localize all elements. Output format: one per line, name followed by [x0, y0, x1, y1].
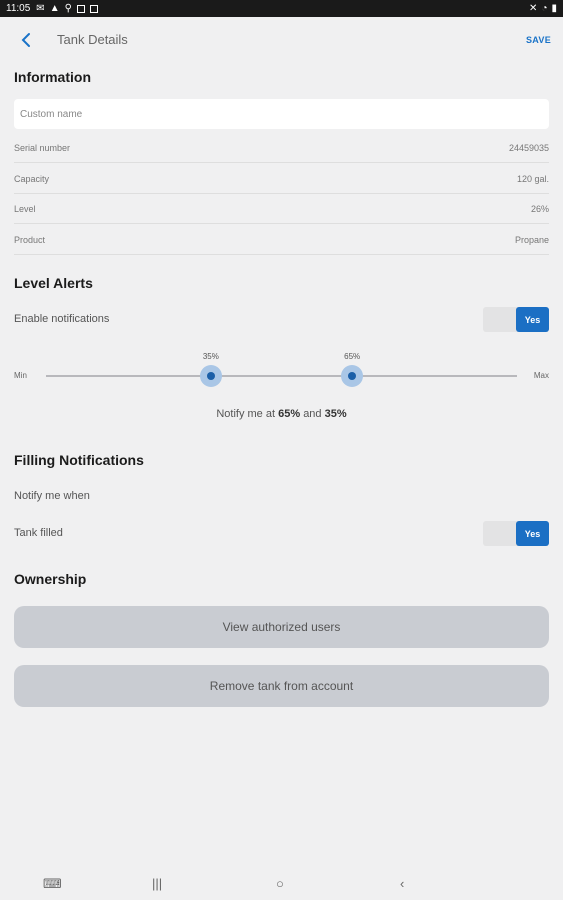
enable-notifications-label: Enable notifications — [14, 313, 110, 325]
filling-notifications-heading: Filling Notifications — [14, 452, 144, 468]
ownership-heading: Ownership — [14, 571, 87, 587]
slider-max-label: Max — [533, 371, 549, 380]
info-row-capacity: Capacity 120 gal. — [14, 164, 549, 194]
notification-icons: ✉ ▲ ⚲ — [36, 3, 98, 14]
system-icons: ✕ ◔ ▮ — [529, 3, 557, 14]
info-label: Level — [14, 203, 36, 214]
notify-summary: Notify me at 65% and 35% — [0, 408, 563, 420]
low-threshold-thumb[interactable] — [199, 365, 222, 387]
info-value: Propane — [514, 234, 549, 245]
mute-icon: ✕ — [529, 3, 538, 14]
toggle-yes: Yes — [516, 521, 549, 546]
status-time: 11:05 — [6, 3, 31, 14]
information-heading: Information — [14, 69, 91, 85]
enable-notifications-toggle[interactable]: Yes — [483, 307, 549, 332]
notify-me-when-label: Notify me when — [14, 490, 90, 502]
wifi-icon: ◔ — [541, 3, 548, 14]
system-nav-bar: ⌨ ||| ○ ‹ — [0, 868, 563, 900]
info-label: Serial number — [14, 142, 71, 153]
toggle-yes: Yes — [516, 307, 549, 332]
summary-prefix: Notify me at — [216, 408, 276, 420]
back-arrow-icon[interactable] — [18, 31, 34, 49]
battery-icon: ▮ — [551, 3, 557, 14]
info-value: 24459035 — [508, 142, 549, 153]
level-alerts-heading: Level Alerts — [14, 275, 93, 291]
view-authorized-users-button[interactable]: View authorized users — [14, 606, 549, 648]
custom-name-input[interactable] — [14, 99, 549, 129]
location-icon: ⚲ — [64, 3, 72, 14]
info-value: 120 gal. — [516, 173, 549, 184]
tank-filled-label: Tank filled — [14, 527, 63, 539]
image-icon — [76, 4, 85, 13]
page-title: Tank Details — [57, 32, 128, 47]
summary-high: 65% — [278, 408, 301, 420]
slider-track[interactable] — [46, 375, 517, 377]
remove-tank-button[interactable]: Remove tank from account — [14, 665, 549, 707]
info-label: Capacity — [14, 173, 50, 184]
tank-filled-toggle[interactable]: Yes — [483, 521, 549, 546]
level-range-slider[interactable]: Min Max 35% 65% — [14, 350, 549, 400]
app-header: Tank Details SAVE — [0, 17, 563, 63]
home-icon[interactable]: ○ — [276, 876, 284, 891]
slider-min-label: Min — [14, 371, 27, 380]
info-label: Product — [14, 234, 46, 245]
info-row-product: Product Propane — [14, 225, 549, 255]
warning-icon: ▲ — [49, 3, 60, 14]
summary-low: 35% — [324, 408, 347, 420]
high-threshold-thumb[interactable] — [341, 365, 364, 387]
low-thumb-label: 35% — [202, 352, 219, 361]
info-row-serial: Serial number 24459035 — [14, 133, 549, 163]
mail-icon: ✉ — [36, 3, 45, 14]
high-thumb-label: 65% — [344, 352, 361, 361]
save-button[interactable]: SAVE — [526, 35, 551, 45]
summary-and: and — [303, 408, 322, 420]
recent-apps-icon[interactable]: ||| — [152, 876, 162, 891]
app-icon — [89, 4, 98, 13]
status-bar: 11:05 ✉ ▲ ⚲ ✕ ◔ ▮ — [0, 0, 563, 17]
info-row-level: Level 26% — [14, 194, 549, 224]
info-value: 26% — [530, 203, 549, 214]
back-nav-icon[interactable]: ‹ — [400, 876, 404, 891]
keyboard-icon[interactable]: ⌨ — [43, 876, 62, 892]
